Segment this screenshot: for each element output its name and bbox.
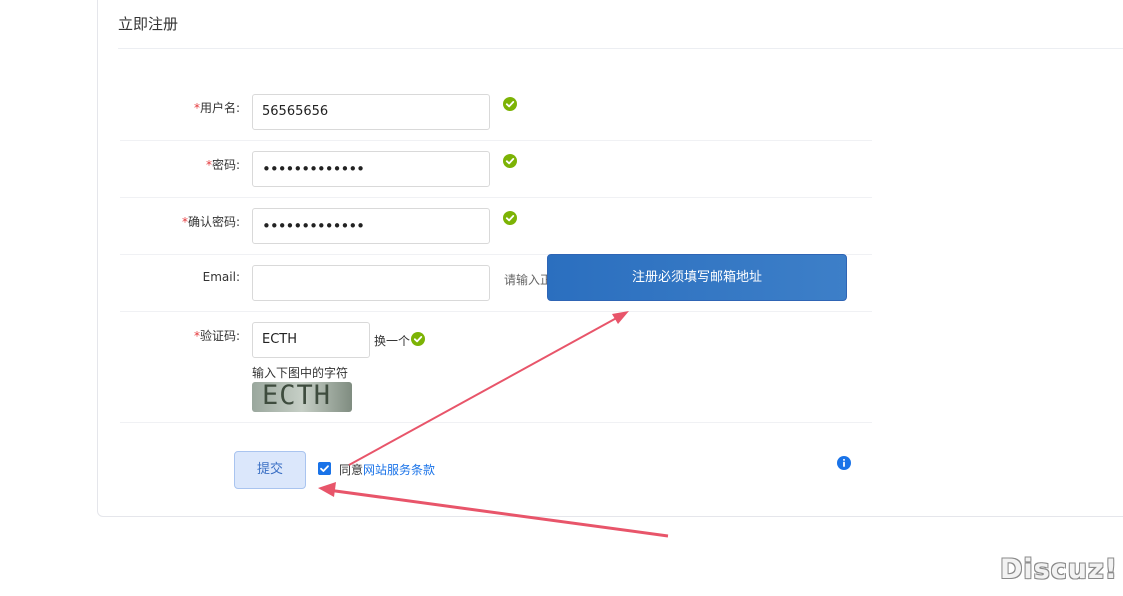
discuz-watermark: Discuz! [1000, 554, 1118, 585]
annotation-arrows [318, 311, 669, 538]
arrowhead-tooltip [612, 311, 629, 324]
arrowhead-submit [318, 482, 336, 497]
arrow-to-submit [327, 488, 669, 538]
arrow-to-tooltip [348, 314, 623, 466]
